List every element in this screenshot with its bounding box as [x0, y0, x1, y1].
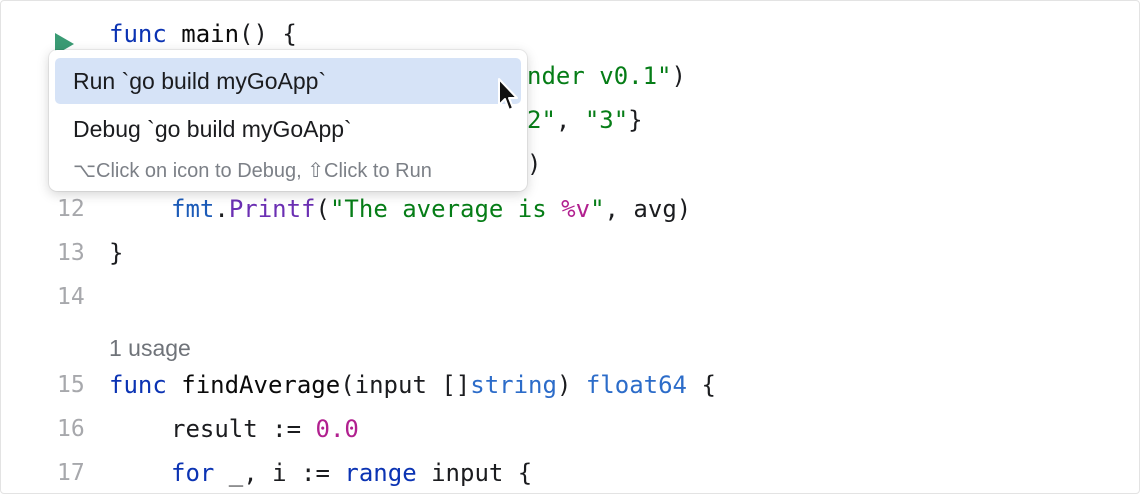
code-text: result := 0.0 [171, 415, 359, 443]
code-text: for _, i := range input { [171, 459, 533, 487]
code-line-12: 12 fmt.Printf("The average is %v", avg) [1, 187, 1139, 231]
run-menu-item[interactable]: Run `go build myGoApp` [55, 58, 521, 104]
debug-menu-item-label: Debug `go build myGoApp` [73, 116, 352, 142]
popup-hint: ⌥Click on icon to Debug, ⇧Click to Run [73, 160, 432, 182]
line-number: 12 [57, 196, 85, 222]
line-number: 16 [57, 416, 85, 442]
run-menu-item-label: Run `go build myGoApp` [73, 68, 327, 94]
mouse-pointer-icon [498, 78, 518, 111]
debug-menu-item[interactable]: Debug `go build myGoApp` [55, 106, 521, 152]
code-line-15: 15 func findAverage(input []string) floa… [1, 363, 1139, 407]
run-context-popup: Run `go build myGoApp` Debug `go build m… [49, 50, 527, 191]
code-text: func findAverage(input []string) float64… [109, 371, 716, 399]
code-line-17: 17 for _, i := range input { [1, 451, 1139, 493]
code-text: fmt.Printf("The average is %v", avg) [171, 195, 692, 223]
line-number: 13 [57, 240, 85, 266]
code-editor: func main() { nder v0.1") 2", "3"} ) 12 … [0, 0, 1140, 494]
code-line-13: 13 } [1, 231, 1139, 275]
code-line-14: 14 [1, 275, 1139, 319]
line-number: 14 [57, 284, 85, 310]
line-number: 17 [57, 460, 85, 486]
code-line-16: 16 result := 0.0 [1, 407, 1139, 451]
code-text: } [109, 239, 124, 267]
line-number: 15 [57, 372, 85, 398]
usage-hint[interactable]: 1 usage [109, 331, 191, 365]
